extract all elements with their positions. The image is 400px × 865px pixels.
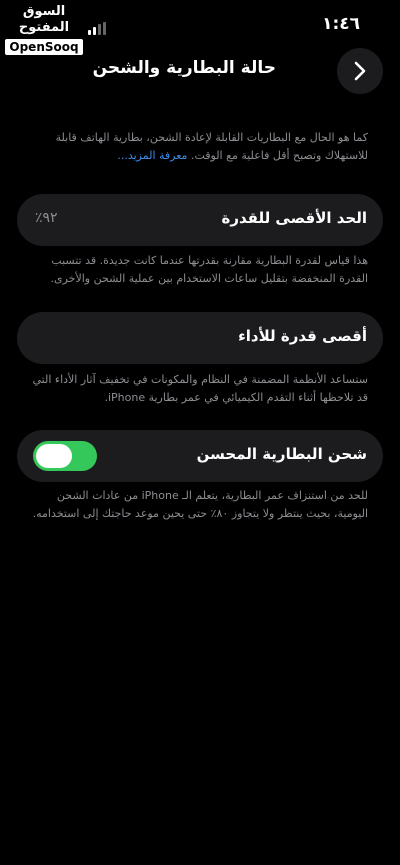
status-bar: السوق المفتوح OpenSooq ١:٤٦ <box>0 0 400 55</box>
optimized-charging-label: شحن البطارية المحسن <box>196 445 367 463</box>
chevron-right-icon <box>354 61 366 81</box>
signal-icon <box>88 22 106 35</box>
intro-text: كما هو الحال مع البطاريات القابلة لإعادة… <box>55 131 368 162</box>
navigation-bar: حالة البطارية والشحن <box>0 46 400 96</box>
page-title: حالة البطارية والشحن <box>92 58 276 78</box>
max-capacity-label: الحد الأقصى للقدرة <box>221 209 368 227</box>
status-time: ١:٤٦ <box>322 14 360 34</box>
back-button[interactable] <box>337 48 383 94</box>
toggle-knob <box>36 444 72 468</box>
max-capacity-row: الحد الأقصى للقدرة ٪٩٢ <box>17 194 383 246</box>
optimized-charging-toggle[interactable] <box>33 441 97 471</box>
optimized-charging-description: للحد من استنزاف عمر البطارية، يتعلم الـ … <box>32 489 368 520</box>
peak-performance-label: أقصى قدرة للأداء <box>238 327 367 345</box>
watermark-arabic: السوق المفتوح <box>18 4 70 35</box>
max-capacity-value: ٪٩٢ <box>35 210 58 226</box>
max-capacity-description: هذا قياس لقدرة البطارية مقارنة بقدرتها ع… <box>50 254 368 285</box>
optimized-charging-row: شحن البطارية المحسن <box>17 430 383 482</box>
peak-performance-description: ستساعد الأنظمة المضمنة في النظام والمكون… <box>32 373 369 404</box>
intro-description: كما هو الحال مع البطاريات القابلة لإعادة… <box>30 129 368 165</box>
peak-performance-row: أقصى قدرة للأداء <box>17 312 383 364</box>
learn-more-link[interactable]: معرفة المزيد... <box>117 149 187 162</box>
